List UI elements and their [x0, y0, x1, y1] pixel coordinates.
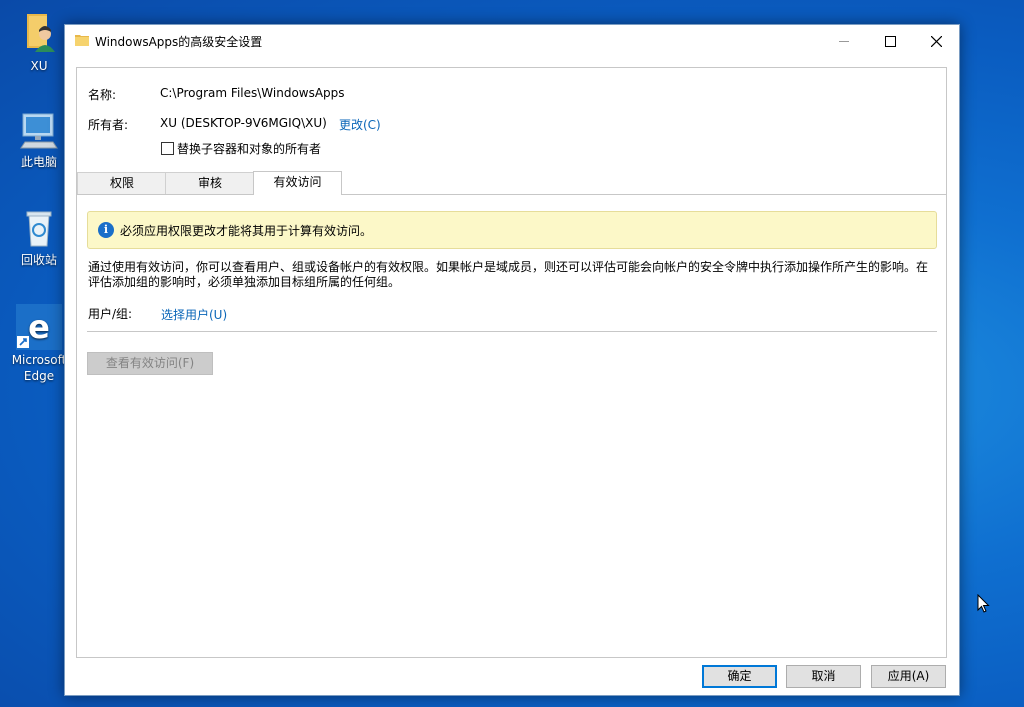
minimize-icon [839, 40, 849, 42]
effective-access-description: 通过使用有效访问，你可以查看用户、组或设备帐户的有效权限。如果帐户是域成员，则还… [88, 260, 929, 289]
apply-button[interactable]: 应用(A) [871, 665, 946, 688]
settings-panel: 名称: C:\Program Files\WindowsApps 所有者: XU… [76, 67, 947, 658]
close-button[interactable] [913, 25, 959, 57]
svg-text:e: e [28, 308, 50, 346]
replace-owner-label[interactable]: 替换子容器和对象的所有者 [177, 140, 321, 157]
separator [87, 331, 937, 332]
info-icon: i [98, 222, 114, 238]
tab-auditing[interactable]: 审核 [165, 172, 255, 194]
cancel-button[interactable]: 取消 [786, 665, 861, 688]
computer-icon [17, 108, 61, 152]
info-bar: i 必须应用权限更改才能将其用于计算有效访问。 [87, 211, 937, 249]
user-group-label: 用户/组: [88, 307, 133, 321]
view-effective-access-button[interactable]: 查看有效访问(F) [87, 352, 213, 375]
tab-strip: 权限 审核 有效访问 [77, 171, 946, 195]
window-title: WindowsApps的高级安全设置 [95, 35, 263, 49]
name-value: C:\Program Files\WindowsApps [160, 86, 345, 100]
tab-label: 审核 [197, 176, 222, 190]
maximize-button[interactable] [867, 25, 913, 57]
tab-effective-access[interactable]: 有效访问 [253, 171, 342, 195]
maximize-icon [884, 35, 896, 47]
mouse-cursor-icon [977, 594, 990, 613]
user-folder-icon [17, 12, 61, 56]
replace-owner-checkbox[interactable] [161, 142, 174, 155]
owner-value: XU (DESKTOP-9V6MGIQ\XU) [160, 116, 327, 130]
title-bar[interactable]: WindowsApps的高级安全设置 [65, 25, 959, 57]
change-owner-link[interactable]: 更改(C) [339, 116, 381, 133]
edge-icon: e [16, 304, 62, 350]
owner-label: 所有者: [88, 118, 129, 132]
folder-icon [75, 34, 89, 46]
tab-label: 权限 [109, 176, 134, 190]
close-icon [930, 35, 942, 47]
select-user-link[interactable]: 选择用户(U) [161, 306, 227, 323]
minimize-button[interactable] [821, 25, 867, 57]
tab-label: 有效访问 [273, 175, 322, 189]
info-message: 必须应用权限更改才能将其用于计算有效访问。 [120, 224, 373, 238]
desktop-icon-label: Microsoft Edge [11, 353, 67, 383]
advanced-security-settings-window: WindowsApps的高级安全设置 名称: C:\Program Files\… [64, 24, 960, 696]
name-label: 名称: [88, 88, 117, 102]
recycle-bin-icon [17, 206, 61, 250]
tab-permissions[interactable]: 权限 [77, 172, 167, 194]
ok-button[interactable]: 确定 [702, 665, 777, 688]
